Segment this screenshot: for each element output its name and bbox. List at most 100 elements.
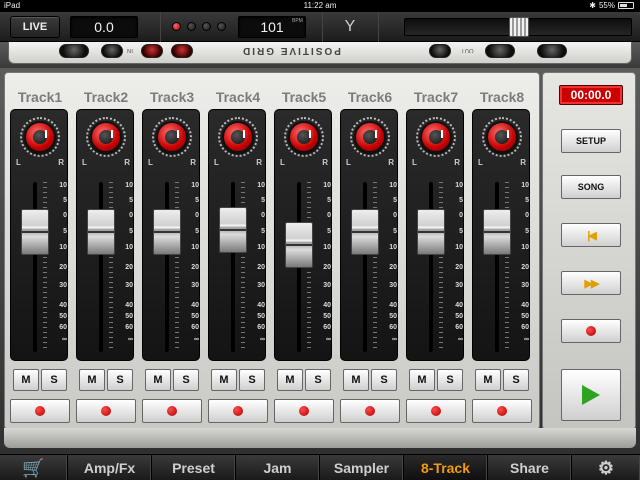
rewind-button[interactable]: |◀ xyxy=(561,223,621,247)
fader-track[interactable] xyxy=(99,182,103,352)
track-strip: Track8 L R 10 5 0 5 10 20 30 40 50 60 ∞ M S xyxy=(469,73,535,431)
track-record-button[interactable] xyxy=(406,399,466,423)
mute-button[interactable]: M xyxy=(277,369,303,391)
tab-jam[interactable]: Jam xyxy=(236,455,320,480)
fader-track[interactable] xyxy=(33,182,37,352)
pan-knob[interactable] xyxy=(222,121,254,153)
tab-8-track[interactable]: 8-Track xyxy=(404,455,488,480)
solo-button[interactable]: S xyxy=(305,369,331,391)
fader-track[interactable] xyxy=(495,182,499,352)
mute-button[interactable]: M xyxy=(475,369,501,391)
fader-scale-label: 5 xyxy=(195,228,199,235)
fader-scale-label: 5 xyxy=(525,228,529,235)
track-name: Track8 xyxy=(479,89,525,105)
record-icon xyxy=(35,406,45,416)
record-button[interactable] xyxy=(561,319,621,343)
mute-button[interactable]: M xyxy=(409,369,435,391)
pan-control[interactable]: LR xyxy=(341,112,399,170)
fader-scale-label: 10 xyxy=(389,244,397,251)
master-volume-handle[interactable] xyxy=(509,17,529,37)
solo-button[interactable]: S xyxy=(371,369,397,391)
pan-knob[interactable] xyxy=(420,121,452,153)
fader-track[interactable] xyxy=(363,182,367,352)
track-record-button[interactable] xyxy=(76,399,136,423)
track-record-button[interactable] xyxy=(472,399,532,423)
track-record-button[interactable] xyxy=(10,399,70,423)
volume-fader[interactable] xyxy=(219,206,247,253)
knob-pointer xyxy=(111,130,113,138)
pan-knob[interactable] xyxy=(156,121,188,153)
record-icon xyxy=(299,406,309,416)
timer-display: 00:00.0 xyxy=(559,85,623,105)
pan-control[interactable]: LR xyxy=(407,112,465,170)
fast-forward-button[interactable]: ▶▶ xyxy=(561,271,621,295)
mute-button[interactable]: M xyxy=(13,369,39,391)
volume-fader[interactable] xyxy=(351,209,379,256)
fader-scale: 10 5 0 5 10 20 30 40 50 60 ∞ xyxy=(507,182,529,352)
output-knob xyxy=(429,44,451,58)
fader-scale-label: 20 xyxy=(191,264,199,271)
volume-fader[interactable] xyxy=(285,221,313,268)
tab-sampler[interactable]: Sampler xyxy=(320,455,404,480)
fader-scale-label: 10 xyxy=(257,182,265,189)
store-tab[interactable]: 🛒 xyxy=(0,455,68,480)
input-level-display[interactable]: 0.0 xyxy=(70,16,138,38)
tab-preset[interactable]: Preset xyxy=(152,455,236,480)
fader-scale-label: 20 xyxy=(323,264,331,271)
pan-control[interactable]: LR xyxy=(143,112,201,170)
mute-button[interactable]: M xyxy=(343,369,369,391)
volume-fader[interactable] xyxy=(417,209,445,256)
fader-scale-label: 40 xyxy=(389,302,397,309)
tab-amp-fx[interactable]: Amp/Fx xyxy=(68,455,152,480)
live-button[interactable]: LIVE xyxy=(10,16,60,38)
volume-fader[interactable] xyxy=(87,209,115,256)
pan-control[interactable]: LR xyxy=(275,112,333,170)
track-record-button[interactable] xyxy=(142,399,202,423)
volume-fader[interactable] xyxy=(483,209,511,256)
settings-tab[interactable]: ⚙ xyxy=(572,455,640,480)
pan-knob[interactable] xyxy=(24,121,56,153)
tab-share[interactable]: Share xyxy=(488,455,572,480)
pan-knob[interactable] xyxy=(486,121,518,153)
solo-button[interactable]: S xyxy=(107,369,133,391)
pan-control[interactable]: LR xyxy=(11,112,69,170)
fader-scale-label: 5 xyxy=(459,197,463,204)
solo-button[interactable]: S xyxy=(173,369,199,391)
track-record-button[interactable] xyxy=(208,399,268,423)
mute-button[interactable]: M xyxy=(145,369,171,391)
pan-knob[interactable] xyxy=(288,121,320,153)
volume-fader[interactable] xyxy=(21,209,49,256)
setup-button[interactable]: SETUP xyxy=(561,129,621,153)
knob-cap xyxy=(363,130,377,144)
pan-control[interactable]: LR xyxy=(77,112,135,170)
fader-scale-label: 0 xyxy=(459,212,463,219)
tuning-fork-icon[interactable]: Y xyxy=(340,16,360,38)
fader-scale-label: ∞ xyxy=(458,336,463,343)
mute-button[interactable]: M xyxy=(79,369,105,391)
fader-scale-label: 60 xyxy=(125,324,133,331)
mute-button[interactable]: M xyxy=(211,369,237,391)
fader-track[interactable] xyxy=(429,182,433,352)
solo-button[interactable]: S xyxy=(437,369,463,391)
knob-cap xyxy=(231,130,245,144)
pan-control[interactable]: LR xyxy=(473,112,531,170)
track-strip: Track2 L R 10 5 0 5 10 20 30 40 50 60 ∞ M S xyxy=(73,73,139,431)
play-button[interactable] xyxy=(561,369,621,421)
fader-scale-label: 5 xyxy=(63,228,67,235)
song-button[interactable]: SONG xyxy=(561,175,621,199)
pan-knob[interactable] xyxy=(354,121,386,153)
volume-fader[interactable] xyxy=(153,209,181,256)
fader-track[interactable] xyxy=(165,182,169,352)
knob-cap xyxy=(165,130,179,144)
mute-solo-row: MS xyxy=(211,369,265,391)
fader-scale-label: 10 xyxy=(389,182,397,189)
solo-button[interactable]: S xyxy=(41,369,67,391)
track-strip: Track6 L R 10 5 0 5 10 20 30 40 50 60 ∞ M S xyxy=(337,73,403,431)
pan-knob[interactable] xyxy=(90,121,122,153)
master-volume-slider[interactable] xyxy=(404,17,632,37)
track-record-button[interactable] xyxy=(274,399,334,423)
track-record-button[interactable] xyxy=(340,399,400,423)
pan-control[interactable]: LR xyxy=(209,112,267,170)
solo-button[interactable]: S xyxy=(239,369,265,391)
solo-button[interactable]: S xyxy=(503,369,529,391)
